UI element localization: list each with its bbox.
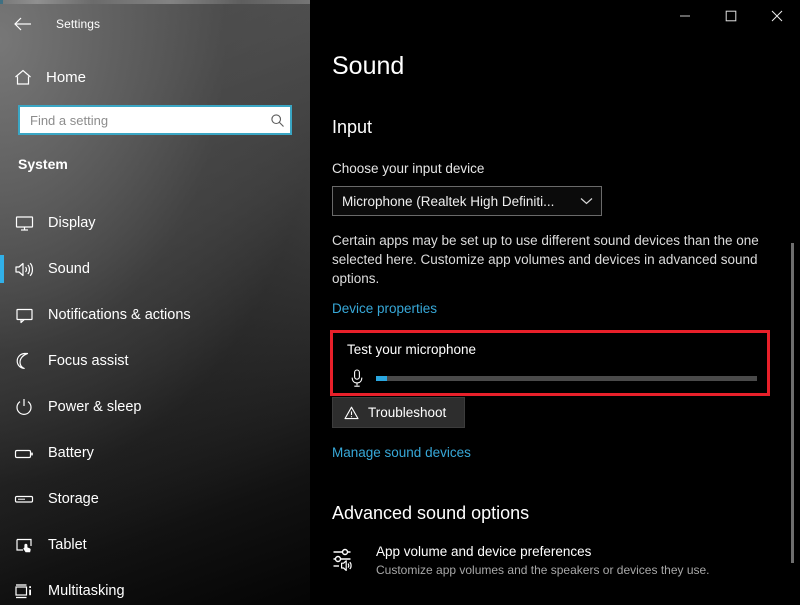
sidebar-item-label: Notifications & actions <box>48 307 191 323</box>
minimize-icon <box>679 10 691 22</box>
input-device-value: Microphone (Realtek High Definiti... <box>342 194 554 209</box>
window-controls <box>662 0 800 32</box>
manage-sound-devices-link[interactable]: Manage sound devices <box>332 445 471 460</box>
minimize-button[interactable] <box>662 0 708 32</box>
sidebar-item-label: Display <box>48 215 96 231</box>
settings-window: Settings Home System <box>0 0 800 605</box>
speaker-icon <box>0 261 48 278</box>
battery-icon <box>0 447 48 460</box>
sidebar-item-tablet[interactable]: Tablet <box>0 522 310 568</box>
sidebar-item-label: Storage <box>48 491 99 507</box>
storage-icon <box>0 493 48 505</box>
sidebar-item-label: Power & sleep <box>48 399 142 415</box>
input-section-heading: Input <box>332 117 372 138</box>
device-properties-link[interactable]: Device properties <box>332 301 437 316</box>
microphone-level-meter <box>345 366 757 390</box>
app-volume-title: App volume and device preferences <box>376 543 710 560</box>
sidebar-item-sound[interactable]: Sound <box>0 246 310 292</box>
moon-icon <box>0 352 48 370</box>
app-volume-subtitle: Customize app volumes and the speakers o… <box>376 562 710 578</box>
advanced-section-heading: Advanced sound options <box>332 503 529 524</box>
sidebar-item-battery[interactable]: Battery <box>0 430 310 476</box>
input-device-label: Choose your input device <box>332 161 484 176</box>
main-content: Sound Input Choose your input device Mic… <box>310 0 800 605</box>
sidebar-item-label: Sound <box>48 261 90 277</box>
tablet-icon <box>0 537 48 554</box>
sidebar-item-storage[interactable]: Storage <box>0 476 310 522</box>
troubleshoot-button[interactable]: Troubleshoot <box>332 397 465 428</box>
sidebar-home-label: Home <box>46 69 86 86</box>
sidebar-section-title: System <box>18 156 68 172</box>
sidebar-item-label: Focus assist <box>48 353 129 369</box>
level-meter-fill <box>376 376 387 381</box>
sidebar-item-multitasking[interactable]: Multitasking <box>0 568 310 605</box>
warning-triangle-icon <box>344 406 359 420</box>
maximize-icon <box>725 10 737 22</box>
sidebar-item-home[interactable]: Home <box>0 60 310 94</box>
search-icon <box>264 113 290 128</box>
app-volume-preferences-item[interactable]: App volume and device preferences Custom… <box>332 543 772 578</box>
sidebar-item-display[interactable]: Display <box>0 200 310 246</box>
level-meter-track <box>376 376 757 381</box>
mixer-sliders-icon <box>332 543 376 571</box>
sidebar-item-label: Multitasking <box>48 583 125 599</box>
sidebar-item-notifications[interactable]: Notifications & actions <box>0 292 310 338</box>
notification-icon <box>0 307 48 324</box>
close-button[interactable] <box>754 0 800 32</box>
microphone-icon <box>345 369 369 388</box>
input-description: Certain apps may be set up to use differ… <box>332 231 774 288</box>
close-icon <box>771 10 783 22</box>
home-icon <box>0 69 46 86</box>
sidebar-item-label: Tablet <box>48 537 87 553</box>
vertical-scrollbar[interactable] <box>791 243 794 563</box>
test-microphone-highlight: Test your microphone <box>330 330 770 396</box>
sidebar-item-label: Battery <box>48 445 94 461</box>
page-title: Sound <box>332 52 404 81</box>
title-bar: Settings <box>0 4 310 44</box>
sidebar-item-power-sleep[interactable]: Power & sleep <box>0 384 310 430</box>
monitor-icon <box>0 215 48 232</box>
chevron-down-icon <box>580 197 593 205</box>
sidebar-item-focus-assist[interactable]: Focus assist <box>0 338 310 384</box>
search-input[interactable] <box>20 113 264 128</box>
sidebar: Settings Home System <box>0 4 310 605</box>
back-arrow-icon <box>13 16 33 32</box>
input-device-dropdown[interactable]: Microphone (Realtek High Definiti... <box>332 186 602 216</box>
troubleshoot-label: Troubleshoot <box>368 405 446 420</box>
test-microphone-label: Test your microphone <box>347 342 476 357</box>
power-icon <box>0 398 48 416</box>
window-title: Settings <box>56 17 100 31</box>
sidebar-nav: Display Sound <box>0 200 310 605</box>
selection-indicator <box>0 255 4 283</box>
multitasking-icon <box>0 583 48 600</box>
maximize-button[interactable] <box>708 0 754 32</box>
search-box[interactable] <box>18 105 292 135</box>
back-button[interactable] <box>0 6 46 42</box>
